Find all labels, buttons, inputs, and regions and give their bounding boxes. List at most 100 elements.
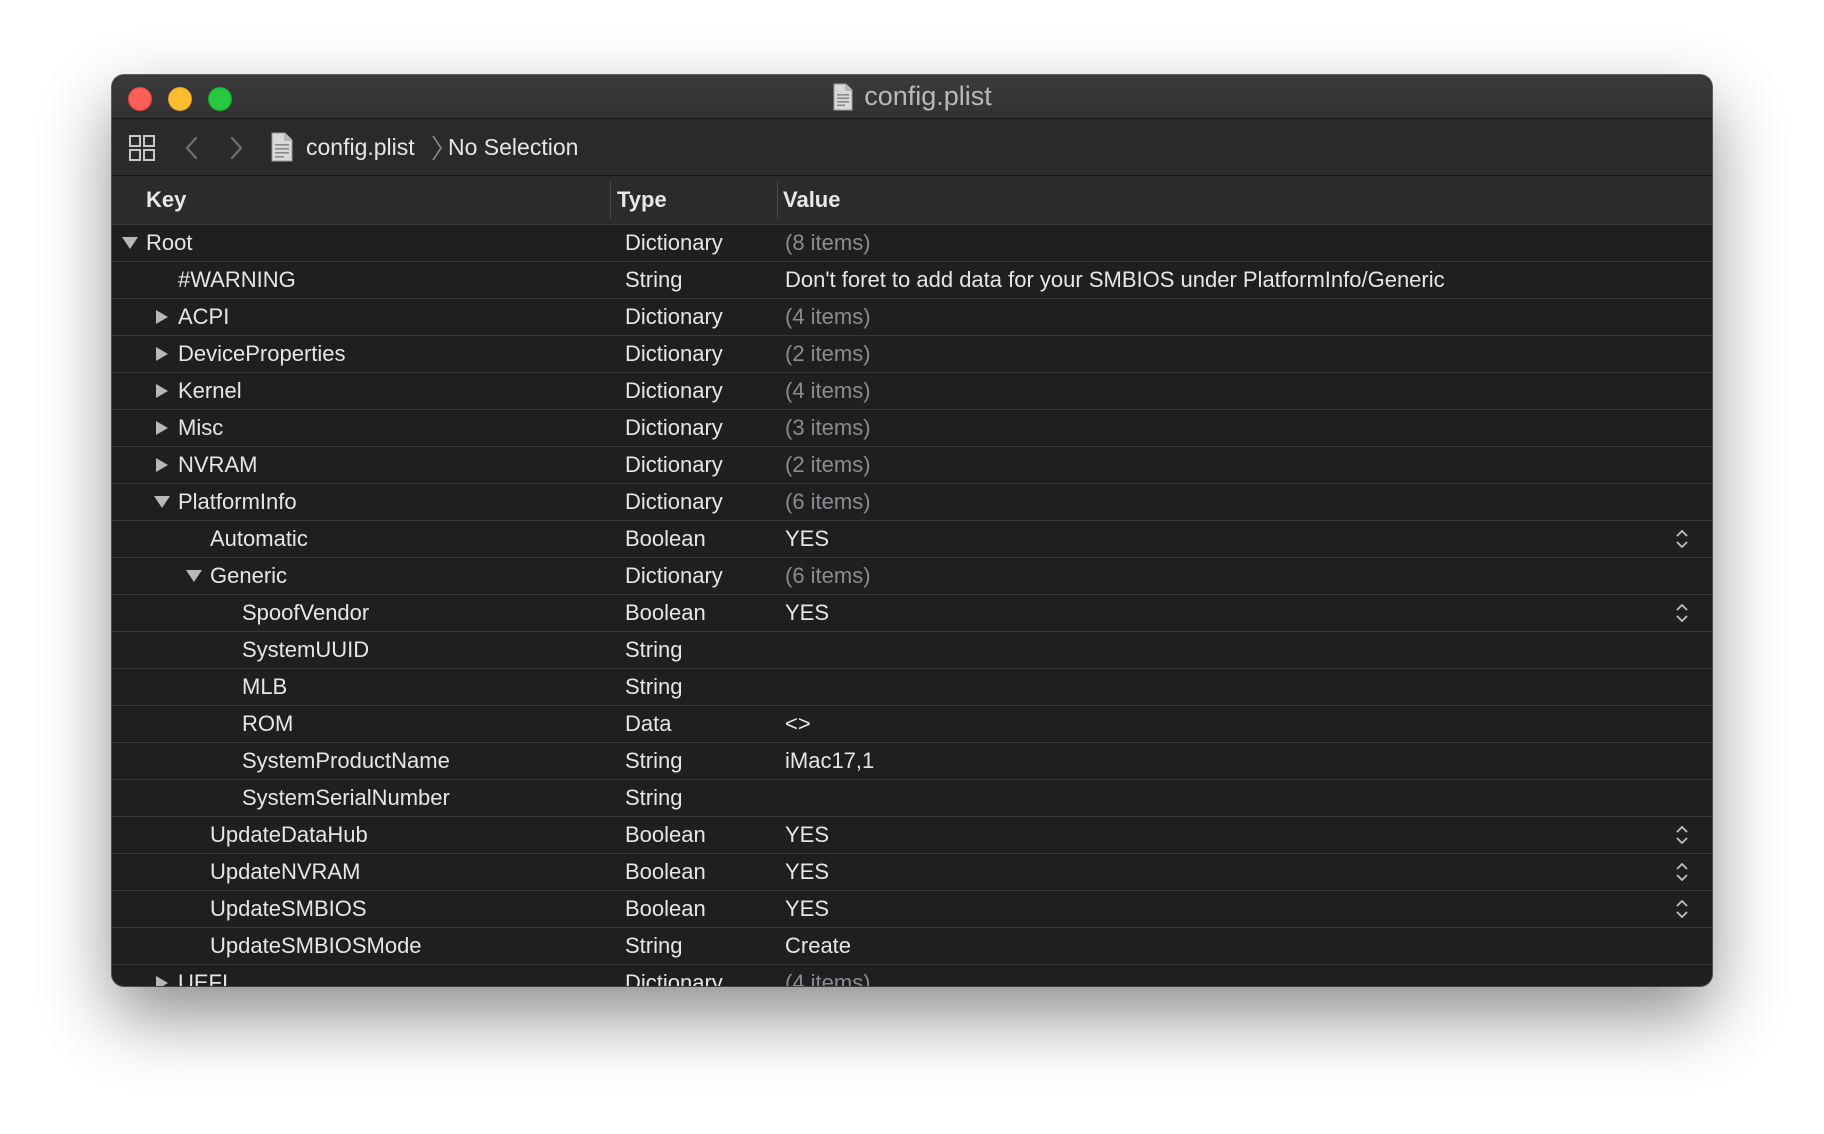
up-down-stepper-icon[interactable] — [1674, 823, 1690, 847]
row-key[interactable]: DeviceProperties — [178, 336, 346, 371]
table-row[interactable]: UpdateSMBIOS Boolean YES — [112, 891, 1712, 928]
table-row[interactable]: MLB String — [112, 669, 1712, 706]
row-key[interactable]: UpdateDataHub — [210, 817, 368, 852]
disclosure-triangle-down-icon[interactable] — [122, 236, 138, 250]
row-value[interactable]: YES — [785, 817, 829, 852]
row-value[interactable]: (2 items) — [785, 447, 871, 482]
column-header-key[interactable]: Key — [146, 176, 186, 224]
row-key[interactable]: #WARNING — [178, 262, 296, 297]
row-type[interactable]: String — [625, 743, 682, 778]
column-divider[interactable] — [610, 182, 611, 218]
row-type[interactable]: Dictionary — [625, 447, 723, 482]
row-type[interactable]: Dictionary — [625, 225, 723, 260]
row-value[interactable]: YES — [785, 595, 829, 630]
table-row[interactable]: ROM Data <> — [112, 706, 1712, 743]
row-value[interactable]: (4 items) — [785, 965, 871, 986]
row-key[interactable]: UEFI — [178, 965, 228, 986]
chevron-right-icon[interactable] — [222, 133, 250, 163]
row-key[interactable]: Automatic — [210, 521, 308, 556]
disclosure-triangle-right-icon[interactable] — [154, 384, 170, 398]
row-value[interactable]: YES — [785, 521, 829, 556]
table-row[interactable]: UEFI Dictionary (4 items) — [112, 965, 1712, 986]
table-row[interactable]: Automatic Boolean YES — [112, 521, 1712, 558]
up-down-stepper-icon[interactable] — [1674, 897, 1690, 921]
table-row[interactable]: Root Dictionary (8 items) — [112, 225, 1712, 262]
disclosure-triangle-right-icon[interactable] — [154, 421, 170, 435]
table-row[interactable]: UpdateNVRAM Boolean YES — [112, 854, 1712, 891]
row-type[interactable]: String — [625, 632, 682, 667]
row-key[interactable]: ACPI — [178, 299, 229, 334]
breadcrumb-file[interactable]: config.plist — [306, 132, 415, 162]
disclosure-triangle-right-icon[interactable] — [154, 310, 170, 324]
table-row[interactable]: SystemUUID String — [112, 632, 1712, 669]
row-value[interactable]: (2 items) — [785, 336, 871, 371]
table-row[interactable]: PlatformInfo Dictionary (6 items) — [112, 484, 1712, 521]
table-row[interactable]: DeviceProperties Dictionary (2 items) — [112, 336, 1712, 373]
column-header-value[interactable]: Value — [783, 176, 840, 224]
row-key[interactable]: SystemUUID — [242, 632, 369, 667]
row-value[interactable]: Create — [785, 928, 851, 963]
row-value[interactable]: (6 items) — [785, 484, 871, 519]
up-down-stepper-icon[interactable] — [1674, 527, 1690, 551]
row-value[interactable]: <> — [785, 706, 811, 741]
row-key[interactable]: ROM — [242, 706, 293, 741]
row-type[interactable]: Boolean — [625, 891, 706, 926]
table-row[interactable]: UpdateSMBIOSMode String Create — [112, 928, 1712, 965]
row-type[interactable]: Boolean — [625, 854, 706, 889]
row-key[interactable]: NVRAM — [178, 447, 257, 482]
row-type[interactable]: String — [625, 669, 682, 704]
row-key[interactable]: Misc — [178, 410, 223, 445]
table-row[interactable]: SpoofVendor Boolean YES — [112, 595, 1712, 632]
row-type[interactable]: Data — [625, 706, 671, 741]
row-type[interactable]: String — [625, 928, 682, 963]
row-value[interactable]: Don't foret to add data for your SMBIOS … — [785, 262, 1445, 297]
table-row[interactable]: SystemProductName String iMac17,1 — [112, 743, 1712, 780]
row-type[interactable]: Dictionary — [625, 373, 723, 408]
row-key[interactable]: Generic — [210, 558, 287, 593]
disclosure-triangle-down-icon[interactable] — [154, 495, 170, 509]
row-type[interactable]: Boolean — [625, 817, 706, 852]
up-down-stepper-icon[interactable] — [1674, 860, 1690, 884]
row-key[interactable]: SpoofVendor — [242, 595, 369, 630]
row-value[interactable]: YES — [785, 854, 829, 889]
title-bar[interactable]: config.plist — [112, 75, 1712, 119]
up-down-stepper-icon[interactable] — [1674, 601, 1690, 625]
row-key[interactable]: UpdateNVRAM — [210, 854, 360, 889]
table-row[interactable]: ACPI Dictionary (4 items) — [112, 299, 1712, 336]
row-type[interactable]: Dictionary — [625, 965, 723, 986]
breadcrumb-selection[interactable]: No Selection — [448, 132, 578, 162]
row-value[interactable]: iMac17,1 — [785, 743, 874, 778]
disclosure-triangle-right-icon[interactable] — [154, 347, 170, 361]
disclosure-triangle-right-icon[interactable] — [154, 458, 170, 472]
column-divider[interactable] — [777, 182, 778, 218]
disclosure-triangle-right-icon[interactable] — [154, 976, 170, 986]
row-type[interactable]: Boolean — [625, 595, 706, 630]
table-row[interactable]: NVRAM Dictionary (2 items) — [112, 447, 1712, 484]
table-row[interactable]: UpdateDataHub Boolean YES — [112, 817, 1712, 854]
row-value[interactable]: (6 items) — [785, 558, 871, 593]
table-row[interactable]: #WARNING String Don't foret to add data fo… — [112, 262, 1712, 299]
column-header-type[interactable]: Type — [617, 176, 667, 224]
row-type[interactable]: Dictionary — [625, 484, 723, 519]
row-key[interactable]: UpdateSMBIOS — [210, 891, 367, 926]
row-value[interactable]: (3 items) — [785, 410, 871, 445]
row-key[interactable]: PlatformInfo — [178, 484, 297, 519]
table-row[interactable]: Misc Dictionary (3 items) — [112, 410, 1712, 447]
row-type[interactable]: String — [625, 780, 682, 815]
row-type[interactable]: Boolean — [625, 521, 706, 556]
row-value[interactable]: (8 items) — [785, 225, 871, 260]
row-key[interactable]: UpdateSMBIOSMode — [210, 928, 422, 963]
chevron-left-icon[interactable] — [178, 133, 206, 163]
row-type[interactable]: Dictionary — [625, 558, 723, 593]
row-type[interactable]: String — [625, 262, 682, 297]
table-row[interactable]: Kernel Dictionary (4 items) — [112, 373, 1712, 410]
table-row[interactable]: Generic Dictionary (6 items) — [112, 558, 1712, 595]
row-type[interactable]: Dictionary — [625, 336, 723, 371]
row-value[interactable]: YES — [785, 891, 829, 926]
row-key[interactable]: SystemSerialNumber — [242, 780, 450, 815]
row-key[interactable]: MLB — [242, 669, 287, 704]
row-value[interactable]: (4 items) — [785, 373, 871, 408]
table-row[interactable]: SystemSerialNumber String — [112, 780, 1712, 817]
row-type[interactable]: Dictionary — [625, 299, 723, 334]
related-items-grid-icon[interactable] — [128, 134, 156, 162]
